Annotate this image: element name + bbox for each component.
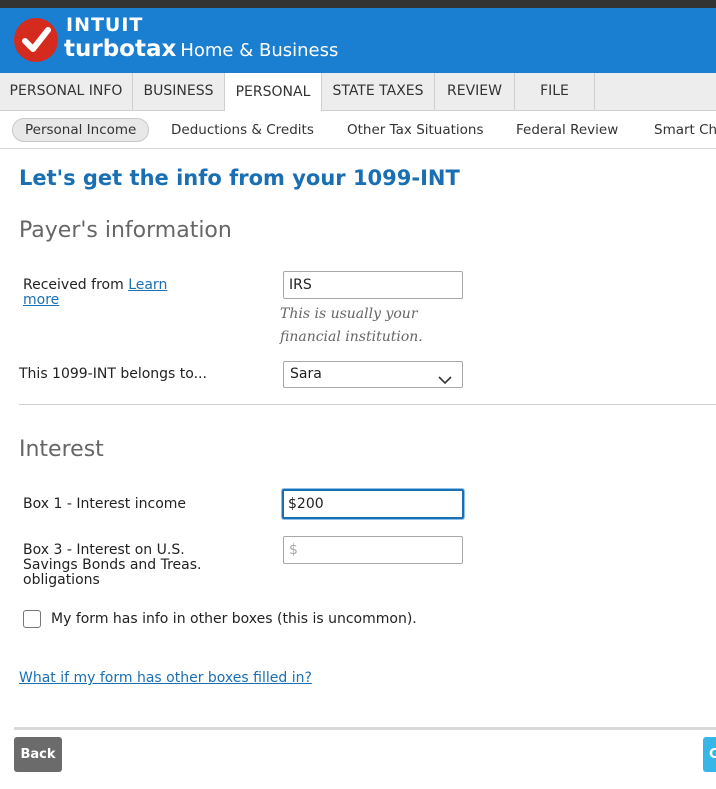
main-tab-bar: PERSONAL INFO BUSINESS PERSONAL STATE TA… xyxy=(0,73,716,111)
received-from-label: Received from Learn more xyxy=(23,278,193,308)
subnav-other-tax-situations[interactable]: Other Tax Situations xyxy=(347,119,484,141)
other-boxes-checkbox[interactable] xyxy=(23,610,41,628)
product-edition: Home & Business xyxy=(180,40,339,61)
checkmark-icon xyxy=(14,18,58,62)
tab-review[interactable]: REVIEW xyxy=(435,73,515,110)
sub-navigation: Personal Income Deductions & Credits Oth… xyxy=(0,111,716,149)
box3-label: Box 3 - Interest on U.S. Savings Bonds a… xyxy=(23,542,202,588)
chevron-down-icon xyxy=(438,369,452,394)
belongs-to-label: This 1099-INT belongs to... xyxy=(19,366,207,382)
received-from-hint: This is usually your financial instituti… xyxy=(280,306,423,345)
tab-business[interactable]: BUSINESS xyxy=(133,73,225,110)
received-from-input[interactable] xyxy=(283,271,463,299)
belongs-to-select[interactable]: Sara xyxy=(283,361,463,388)
subnav-deductions-credits[interactable]: Deductions & Credits xyxy=(171,119,314,141)
window-top-strip xyxy=(0,0,716,8)
payer-section-title: Payer's information xyxy=(19,218,232,243)
subnav-smart-check[interactable]: Smart Che xyxy=(654,119,716,141)
page-title: Let's get the info from your 1099-INT xyxy=(19,166,460,190)
footer-divider xyxy=(14,727,716,730)
box3-savings-bonds-input[interactable] xyxy=(283,536,463,564)
interest-section-title: Interest xyxy=(19,437,104,462)
subnav-personal-income[interactable]: Personal Income xyxy=(12,118,150,142)
tab-file[interactable]: FILE xyxy=(515,73,595,110)
brand-header: INTUIT turbotax Home & Business xyxy=(0,8,716,73)
tab-personal[interactable]: PERSONAL xyxy=(225,73,322,111)
turbotax-wordmark: turbotax xyxy=(64,36,177,62)
tab-state-taxes[interactable]: STATE TAXES xyxy=(322,73,435,110)
other-boxes-help-link[interactable]: What if my form has other boxes filled i… xyxy=(19,671,312,686)
tab-personal-info[interactable]: PERSONAL INFO xyxy=(0,73,133,110)
back-button[interactable]: Back xyxy=(14,737,62,772)
received-from-text: Received from xyxy=(23,277,124,293)
continue-button[interactable]: C xyxy=(703,737,716,772)
intuit-wordmark: INTUIT xyxy=(66,14,144,36)
section-divider xyxy=(19,404,716,405)
box1-interest-input[interactable] xyxy=(282,489,464,519)
belongs-to-value: Sara xyxy=(290,366,322,382)
other-boxes-checkbox-label[interactable]: My form has info in other boxes (this is… xyxy=(51,612,417,627)
product-name: turbotax Home & Business xyxy=(64,36,338,62)
box1-label: Box 1 - Interest income xyxy=(23,496,187,512)
subnav-federal-review[interactable]: Federal Review xyxy=(516,119,618,141)
